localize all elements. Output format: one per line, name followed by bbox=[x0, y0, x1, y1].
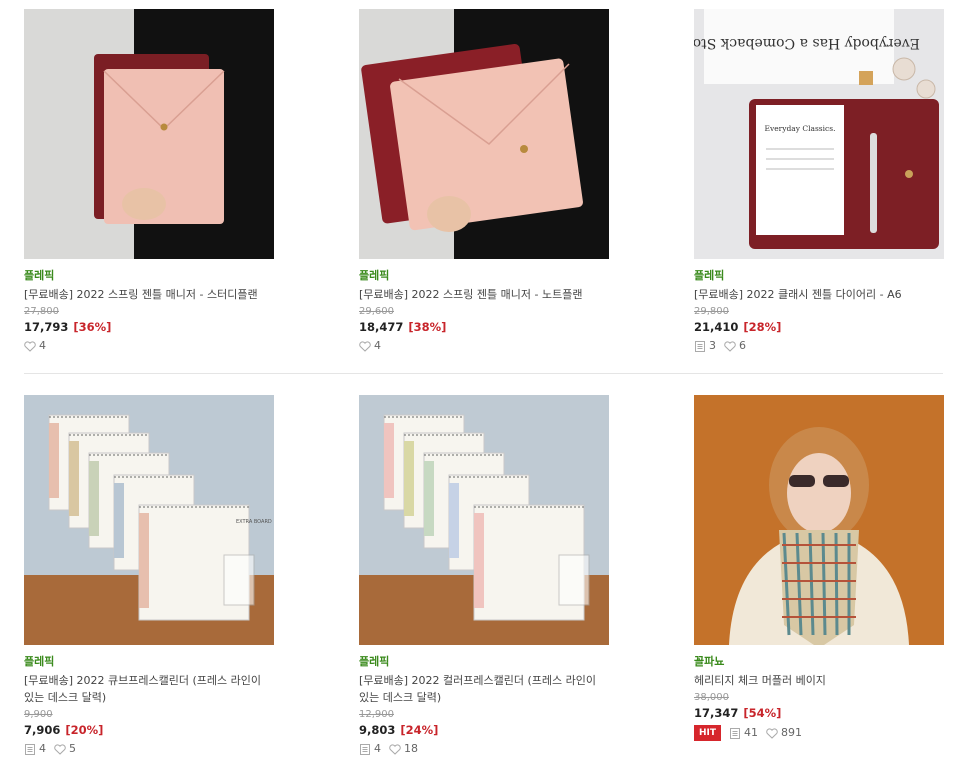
original-price: 38,000 bbox=[694, 692, 729, 703]
row-divider bbox=[24, 373, 943, 374]
heart-icon bbox=[766, 727, 778, 739]
product-title[interactable]: [무료배송] 2022 큐브프레스캘린더 (프레스 라인이 있는 데스크 달력) bbox=[24, 672, 274, 706]
review-count[interactable]: 41 bbox=[729, 726, 758, 740]
product-card[interactable]: Everybody Has a Comeback Story Everyday C… bbox=[694, 9, 944, 353]
original-price: 29,600 bbox=[359, 306, 394, 317]
product-card[interactable]: 플레픽 [무료배송] 2022 컬러프레스캘린더 (프레스 라인이 있는 데스크… bbox=[359, 395, 609, 756]
product-image[interactable] bbox=[359, 9, 609, 259]
discount-rate: [28%] bbox=[743, 320, 782, 334]
product-title[interactable]: [무료배송] 2022 스프링 젠틀 매니저 - 노트플랜 bbox=[359, 286, 609, 303]
brand-link[interactable]: 플레픽 bbox=[24, 655, 274, 669]
product-image[interactable] bbox=[24, 9, 274, 259]
review-icon bbox=[695, 340, 705, 352]
review-icon bbox=[360, 743, 370, 755]
heart-icon bbox=[54, 743, 66, 755]
product-image[interactable] bbox=[359, 395, 609, 645]
product-card[interactable]: 꼴파뇨 헤리티지 체크 머플러 베이지 38,000 17,347 [54%] H… bbox=[694, 395, 944, 741]
brand-link[interactable]: 플레픽 bbox=[359, 655, 609, 669]
discount-rate: [20%] bbox=[65, 723, 104, 737]
review-count[interactable]: 3 bbox=[694, 339, 716, 353]
like-count[interactable]: 4 bbox=[359, 339, 381, 353]
hit-badge[interactable]: HIT bbox=[694, 725, 722, 741]
product-image[interactable]: EXTRA BOARD bbox=[24, 395, 274, 645]
sale-price: 7,906 bbox=[24, 723, 61, 737]
svg-text:Everybody Has a Comeback Story: Everybody Has a Comeback Story bbox=[694, 35, 920, 51]
product-card[interactable]: EXTRA BOARD 플레픽 [무료배송] 2022 큐브프레스캘린더 (프레… bbox=[24, 395, 274, 756]
product-title[interactable]: [무료배송] 2022 클래시 젠틀 다이어리 - A6 bbox=[694, 286, 944, 303]
svg-text:Everyday Classics.: Everyday Classics. bbox=[764, 124, 835, 133]
sale-price: 17,347 bbox=[694, 706, 739, 720]
product-card[interactable]: 플레픽 [무료배송] 2022 스프링 젠틀 매니저 - 스터디플랜 27,80… bbox=[24, 9, 274, 353]
review-count[interactable]: 4 bbox=[359, 742, 381, 756]
discount-rate: [54%] bbox=[743, 706, 782, 720]
discount-rate: [24%] bbox=[400, 723, 439, 737]
like-count[interactable]: 4 bbox=[24, 339, 46, 353]
product-image[interactable]: Everybody Has a Comeback Story Everyday C… bbox=[694, 9, 944, 259]
product-title[interactable]: [무료배송] 2022 컬러프레스캘린더 (프레스 라인이 있는 데스크 달력) bbox=[359, 672, 609, 706]
review-icon bbox=[730, 727, 741, 739]
like-count[interactable]: 891 bbox=[766, 726, 802, 740]
sale-price: 9,803 bbox=[359, 723, 396, 737]
like-count[interactable]: 6 bbox=[724, 339, 746, 353]
original-price: 12,900 bbox=[359, 709, 394, 720]
original-price: 27,800 bbox=[24, 306, 59, 317]
product-title[interactable]: 헤리티지 체크 머플러 베이지 bbox=[694, 672, 944, 689]
heart-icon bbox=[724, 340, 736, 352]
like-count[interactable]: 5 bbox=[54, 742, 76, 756]
sale-price: 18,477 bbox=[359, 320, 404, 334]
original-price: 29,800 bbox=[694, 306, 729, 317]
sale-price: 21,410 bbox=[694, 320, 739, 334]
product-title[interactable]: [무료배송] 2022 스프링 젠틀 매니저 - 스터디플랜 bbox=[24, 286, 274, 303]
like-count[interactable]: 18 bbox=[389, 742, 418, 756]
review-count[interactable]: 4 bbox=[24, 742, 46, 756]
heart-icon bbox=[24, 340, 36, 352]
discount-rate: [38%] bbox=[408, 320, 447, 334]
sale-price: 17,793 bbox=[24, 320, 69, 334]
heart-icon bbox=[359, 340, 371, 352]
heart-icon bbox=[389, 743, 401, 755]
svg-text:EXTRA BOARD: EXTRA BOARD bbox=[236, 519, 272, 525]
brand-link[interactable]: 꼴파뇨 bbox=[694, 655, 944, 669]
brand-link[interactable]: 플레픽 bbox=[359, 269, 609, 283]
discount-rate: [36%] bbox=[73, 320, 112, 334]
product-image[interactable] bbox=[694, 395, 944, 645]
product-card[interactable]: 플레픽 [무료배송] 2022 스프링 젠틀 매니저 - 노트플랜 29,600… bbox=[359, 9, 609, 353]
brand-link[interactable]: 플레픽 bbox=[694, 269, 944, 283]
brand-link[interactable]: 플레픽 bbox=[24, 269, 274, 283]
original-price: 9,900 bbox=[24, 709, 53, 720]
review-icon bbox=[25, 743, 35, 755]
